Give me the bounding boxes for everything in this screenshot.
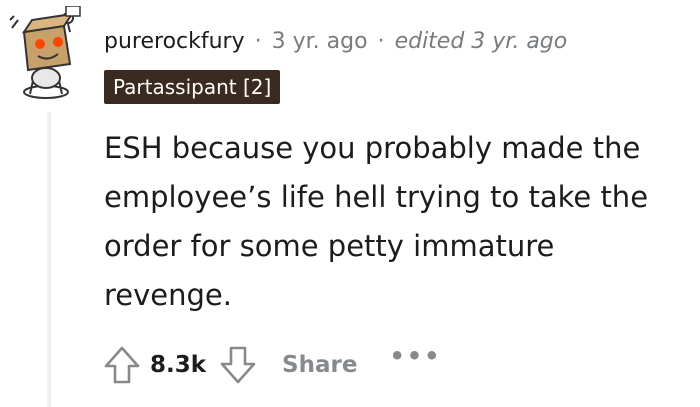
timestamp[interactable]: 3 yr. ago <box>272 29 368 54</box>
username[interactable]: purerockfury <box>104 29 245 54</box>
vote-count: 8.3k <box>150 352 207 378</box>
comment-actions: 8.3k Share ••• <box>100 342 441 387</box>
downvote-button[interactable] <box>216 343 260 387</box>
upvote-button[interactable] <box>100 343 144 387</box>
user-flair: Partassipant [2] <box>104 70 281 104</box>
separator: · <box>377 28 385 54</box>
share-button[interactable]: Share <box>282 352 357 378</box>
comment-body: ESH because you probably made the employ… <box>104 131 649 312</box>
comment-header: purerockfury · 3 yr. ago · edited 3 yr. … <box>104 24 567 58</box>
upvote-arrow-icon <box>104 346 140 384</box>
thread-line[interactable] <box>47 112 51 407</box>
avatar[interactable] <box>6 6 92 100</box>
more-options-button[interactable]: ••• <box>389 342 441 370</box>
edited-timestamp: edited 3 yr. ago <box>394 28 568 54</box>
separator: · <box>254 28 262 54</box>
downvote-arrow-icon <box>220 346 256 384</box>
